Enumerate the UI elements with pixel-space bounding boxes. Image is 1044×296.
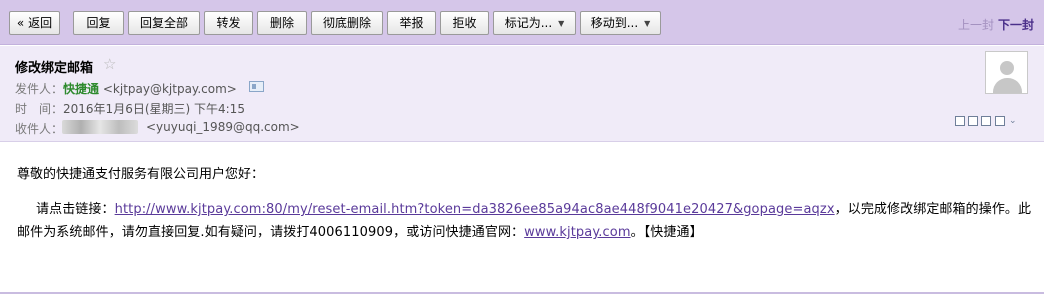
para-suffix: 。【快捷通】 xyxy=(630,225,703,240)
mail-body: 尊敬的快捷通支付服务有限公司用户您好： 请点击链接：http://www.kjt… xyxy=(0,143,1044,296)
from-row: 发件人：快捷通 <kjtpay@kjtpay.com> xyxy=(15,80,237,97)
chevron-down-icon[interactable]: ⌄ xyxy=(1009,116,1019,126)
mail-subject: 修改绑定邮箱 xyxy=(15,61,94,76)
mail-toolbar: « 返回 回复 回复全部 转发 删除 彻底删除 举报 拒收 标记为... ▼ 移动… xyxy=(0,0,1044,45)
from-label: 发件人： xyxy=(15,82,64,96)
mark-as-label: 标记为... xyxy=(504,16,553,30)
star-icon[interactable]: ☆ xyxy=(103,55,116,73)
sender-name[interactable]: 快捷通 xyxy=(63,82,99,96)
recipient-email-text: <yuyuqi_1989@qq.com> xyxy=(146,120,300,134)
contact-card-icon[interactable] xyxy=(249,81,264,92)
sender-email[interactable]: <kjtpay@kjtpay.com> xyxy=(103,82,237,96)
next-mail-link[interactable]: 下一封 xyxy=(998,16,1034,33)
avatar-shoulders-shape xyxy=(993,78,1022,93)
para-prefix: 请点击链接： xyxy=(36,202,115,217)
download-icon[interactable] xyxy=(981,116,991,126)
footer-divider xyxy=(0,292,1044,294)
time-row: 时 间：2016年1月6日(星期三) 下午4:15 xyxy=(15,100,245,117)
move-to-label: 移动到... xyxy=(590,16,639,30)
time-label: 时 间： xyxy=(15,102,64,116)
back-button[interactable]: « 返回 xyxy=(9,11,60,35)
reply-button[interactable]: 回复 xyxy=(73,11,124,35)
recipient-name-redacted xyxy=(62,120,138,134)
delete-button[interactable]: 删除 xyxy=(257,11,307,35)
print-icon[interactable] xyxy=(995,116,1005,126)
avatar xyxy=(985,51,1028,94)
chevron-down-icon: ▼ xyxy=(558,19,565,28)
recipient-email[interactable]: <yuyuqi_1989@qq.com> xyxy=(146,120,300,134)
reset-email-link[interactable]: http://www.kjtpay.com:80/my/reset-email.… xyxy=(115,202,835,217)
official-site-link[interactable]: www.kjtpay.com xyxy=(524,225,630,240)
forward-button[interactable]: 转发 xyxy=(204,11,253,35)
delete-forever-button[interactable]: 彻底删除 xyxy=(311,11,383,35)
move-to-dropdown[interactable]: 移动到... ▼ xyxy=(580,11,661,35)
report-button[interactable]: 举报 xyxy=(387,11,436,35)
mark-as-dropdown[interactable]: 标记为... ▼ xyxy=(493,11,576,35)
mail-header: 修改绑定邮箱 ☆ 发件人：快捷通 <kjtpay@kjtpay.com> 时 间… xyxy=(0,46,1044,142)
time-value: 2016年1月6日(星期三) 下午4:15 xyxy=(63,102,245,116)
chevron-down-icon: ▼ xyxy=(644,19,651,28)
body-paragraph: 请点击链接：http://www.kjtpay.com:80/my/reset-… xyxy=(17,198,1032,244)
prev-mail-link[interactable]: 上一封 xyxy=(958,16,994,33)
reject-button[interactable]: 拒收 xyxy=(440,11,489,35)
avatar-head-shape xyxy=(1000,61,1014,75)
greeting-text: 尊敬的快捷通支付服务有限公司用户您好： xyxy=(17,167,265,182)
to-label: 收件人： xyxy=(15,122,64,136)
popout-icon[interactable] xyxy=(955,116,965,126)
to-row: 收件人： xyxy=(15,120,63,137)
window-icon[interactable] xyxy=(968,116,978,126)
reply-all-button[interactable]: 回复全部 xyxy=(128,11,200,35)
